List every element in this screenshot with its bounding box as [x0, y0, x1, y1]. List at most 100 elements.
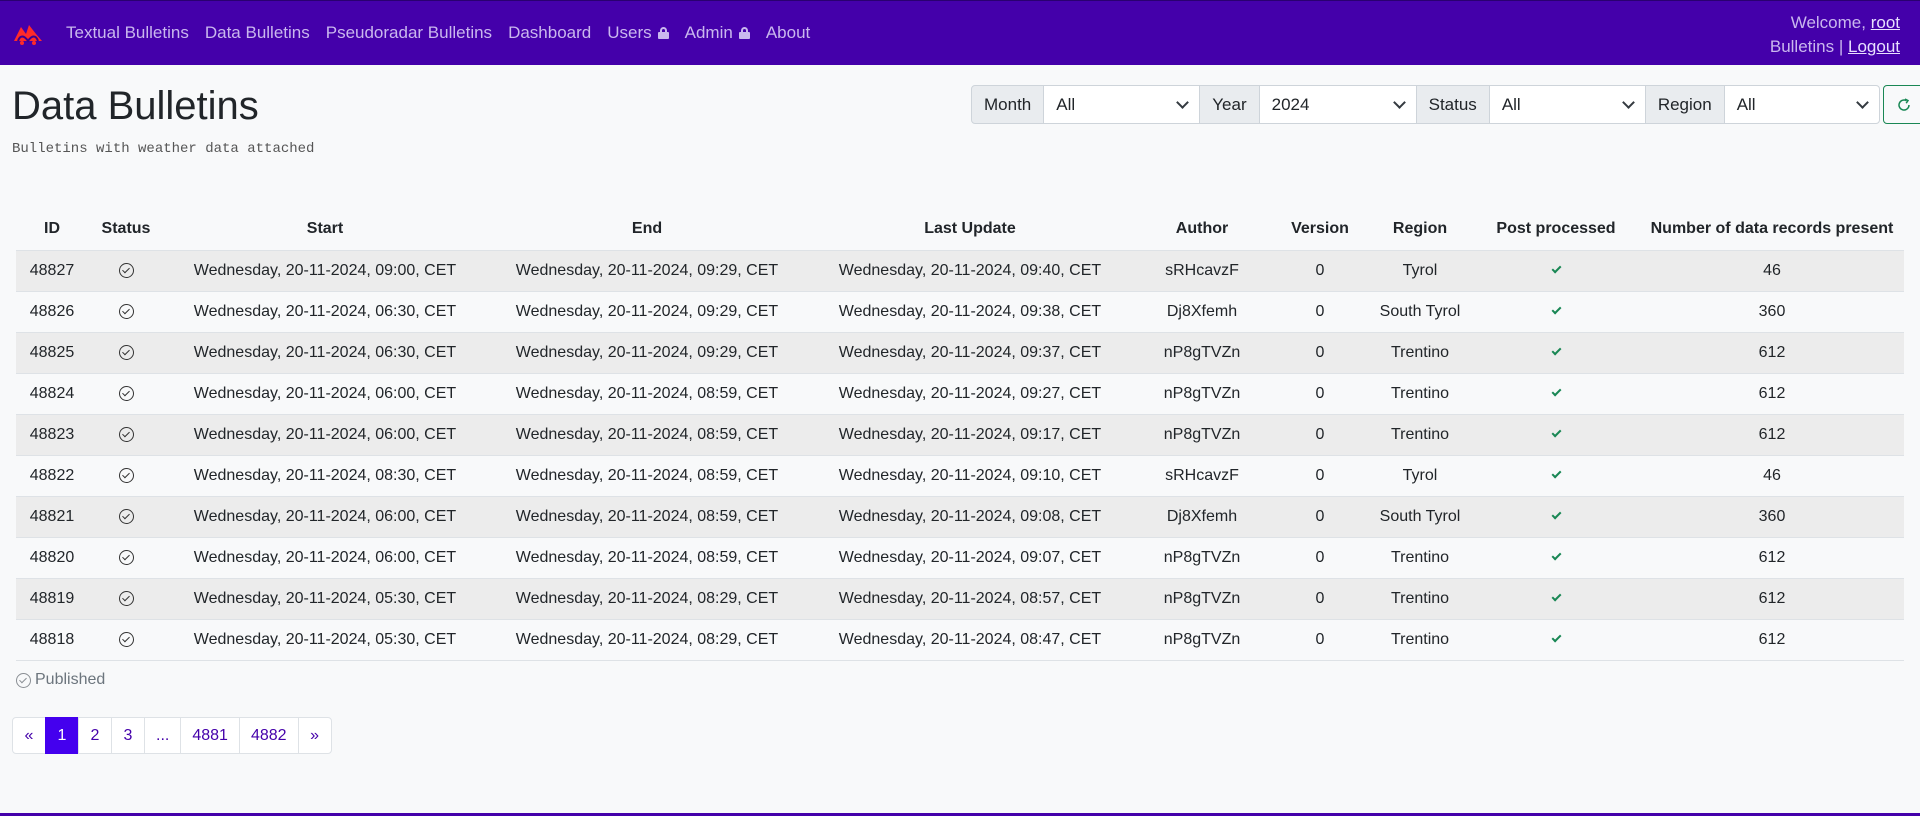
- region-select-value: All: [1736, 94, 1756, 114]
- check-icon: [1551, 427, 1561, 438]
- region-select[interactable]: All: [1723, 85, 1880, 124]
- cell-version: 0: [1272, 291, 1368, 333]
- column-header: Author: [1132, 209, 1272, 251]
- logout-link[interactable]: Logout: [1848, 37, 1900, 56]
- check-icon: [1551, 591, 1561, 602]
- table-row[interactable]: 48821 Wednesday, 20-11-2024, 06:00, CET We…: [16, 496, 1904, 538]
- cell-author: nP8gTVZn: [1132, 619, 1272, 661]
- published-status-icon: [118, 590, 134, 606]
- nav-item-textual-bulletins[interactable]: Textual Bulletins: [66, 23, 189, 43]
- published-status-icon: [118, 303, 134, 319]
- status-select-value: All: [1501, 94, 1521, 114]
- nav-item-about[interactable]: About: [766, 23, 810, 43]
- column-header: Last Update: [808, 209, 1132, 251]
- cell-region: South Tyrol: [1368, 496, 1472, 538]
- cell-id: 48821: [16, 496, 88, 538]
- table-row[interactable]: 48823 Wednesday, 20-11-2024, 06:00, CET We…: [16, 414, 1904, 456]
- cell-post-processed: [1472, 455, 1640, 497]
- table-row[interactable]: 48824 Wednesday, 20-11-2024, 06:00, CET We…: [16, 373, 1904, 415]
- cell-end: Wednesday, 20-11-2024, 09:29, CET: [486, 250, 808, 292]
- cell-status: [88, 250, 164, 292]
- nav-item-users[interactable]: Users: [607, 23, 669, 43]
- cell-post-processed: [1472, 496, 1640, 538]
- nav-item-admin[interactable]: Admin: [685, 23, 750, 43]
- cell-last-update: Wednesday, 20-11-2024, 09:38, CET: [808, 291, 1132, 333]
- cell-version: 0: [1272, 455, 1368, 497]
- cell-region: Trentino: [1368, 373, 1472, 415]
- cell-version: 0: [1272, 250, 1368, 292]
- cell-start: Wednesday, 20-11-2024, 09:00, CET: [164, 250, 486, 292]
- page-subtitle: Bulletins with weather data attached: [12, 141, 315, 157]
- cell-region: Trentino: [1368, 332, 1472, 374]
- filter-bar: Month All Year 2024 Status All Region Al…: [971, 85, 1920, 124]
- cell-start: Wednesday, 20-11-2024, 06:30, CET: [164, 332, 486, 374]
- published-status-icon: [118, 262, 134, 278]
- cell-status: [88, 291, 164, 333]
- cell-end: Wednesday, 20-11-2024, 09:29, CET: [486, 332, 808, 374]
- column-header: Number of data records present: [1640, 209, 1904, 251]
- cell-records: 46: [1640, 455, 1904, 497]
- cell-author: nP8gTVZn: [1132, 414, 1272, 456]
- cell-post-processed: [1472, 537, 1640, 579]
- month-filter-label: Month: [971, 85, 1045, 124]
- column-header: Post processed: [1472, 209, 1640, 251]
- check-icon: [1551, 468, 1561, 479]
- published-status-icon: [118, 426, 134, 442]
- cell-status: [88, 537, 164, 579]
- cell-last-update: Wednesday, 20-11-2024, 08:47, CET: [808, 619, 1132, 661]
- cell-region: South Tyrol: [1368, 291, 1472, 333]
- table-row[interactable]: 48825 Wednesday, 20-11-2024, 06:30, CET We…: [16, 332, 1904, 374]
- table-row[interactable]: 48818 Wednesday, 20-11-2024, 05:30, CET We…: [16, 619, 1904, 661]
- user-box: Welcome, root Bulletins | Logout: [1770, 11, 1900, 59]
- cell-end: Wednesday, 20-11-2024, 08:59, CET: [486, 414, 808, 456]
- cell-end: Wednesday, 20-11-2024, 08:59, CET: [486, 496, 808, 538]
- year-select[interactable]: 2024: [1258, 85, 1417, 124]
- cell-version: 0: [1272, 332, 1368, 374]
- pagination-prev[interactable]: «: [12, 717, 46, 754]
- cell-status: [88, 578, 164, 620]
- refresh-button[interactable]: [1882, 85, 1920, 124]
- cell-end: Wednesday, 20-11-2024, 08:59, CET: [486, 537, 808, 579]
- pagination-page[interactable]: 1: [45, 717, 79, 754]
- cell-author: nP8gTVZn: [1132, 332, 1272, 374]
- table-row[interactable]: 48819 Wednesday, 20-11-2024, 05:30, CET We…: [16, 578, 1904, 620]
- username-link[interactable]: root: [1871, 13, 1900, 32]
- cell-version: 0: [1272, 537, 1368, 579]
- welcome-text: Welcome,: [1790, 13, 1866, 32]
- pagination-page[interactable]: 3: [111, 717, 145, 754]
- cell-id: 48819: [16, 578, 88, 620]
- cell-records: 46: [1640, 250, 1904, 292]
- status-select[interactable]: All: [1488, 85, 1646, 124]
- published-status-icon: [118, 344, 134, 360]
- cell-last-update: Wednesday, 20-11-2024, 08:57, CET: [808, 578, 1132, 620]
- pagination-page[interactable]: 4882: [238, 717, 299, 754]
- pagination-page[interactable]: 2: [78, 717, 112, 754]
- cell-end: Wednesday, 20-11-2024, 08:29, CET: [486, 578, 808, 620]
- bulletins-table: ID Status Start End Last Update Author Version…: [16, 209, 1904, 661]
- nav-item-data-bulletins[interactable]: Data Bulletins: [205, 23, 310, 43]
- table-row[interactable]: 48826 Wednesday, 20-11-2024, 06:30, CET We…: [16, 291, 1904, 333]
- month-select-value: All: [1056, 94, 1076, 114]
- app-logo-icon[interactable]: [12, 21, 44, 47]
- cell-status: [88, 332, 164, 374]
- pagination-next[interactable]: »: [297, 717, 332, 754]
- table-row[interactable]: 48820 Wednesday, 20-11-2024, 06:00, CET We…: [16, 537, 1904, 579]
- cell-region: Trentino: [1368, 414, 1472, 456]
- cell-last-update: Wednesday, 20-11-2024, 09:37, CET: [808, 332, 1132, 374]
- page-title: Data Bulletins: [12, 84, 259, 128]
- pagination-page[interactable]: 4881: [180, 717, 240, 754]
- cell-author: nP8gTVZn: [1132, 578, 1272, 620]
- month-select[interactable]: All: [1043, 85, 1201, 124]
- table-body: 48827 Wednesday, 20-11-2024, 09:00, CET We…: [16, 250, 1904, 661]
- table-row[interactable]: 48822 Wednesday, 20-11-2024, 08:30, CET We…: [16, 455, 1904, 497]
- cell-start: Wednesday, 20-11-2024, 06:00, CET: [164, 537, 486, 579]
- cell-status: [88, 619, 164, 661]
- cell-start: Wednesday, 20-11-2024, 05:30, CET: [164, 619, 486, 661]
- table-row[interactable]: 48827 Wednesday, 20-11-2024, 09:00, CET We…: [16, 250, 1904, 292]
- cell-last-update: Wednesday, 20-11-2024, 09:08, CET: [808, 496, 1132, 538]
- nav-item-dashboard[interactable]: Dashboard: [508, 23, 591, 43]
- chevron-down-icon: [1176, 95, 1190, 109]
- legend-published-label: Published: [35, 671, 106, 688]
- column-header: ID: [16, 209, 88, 251]
- nav-item-pseudoradar-bulletins[interactable]: Pseudoradar Bulletins: [326, 23, 492, 43]
